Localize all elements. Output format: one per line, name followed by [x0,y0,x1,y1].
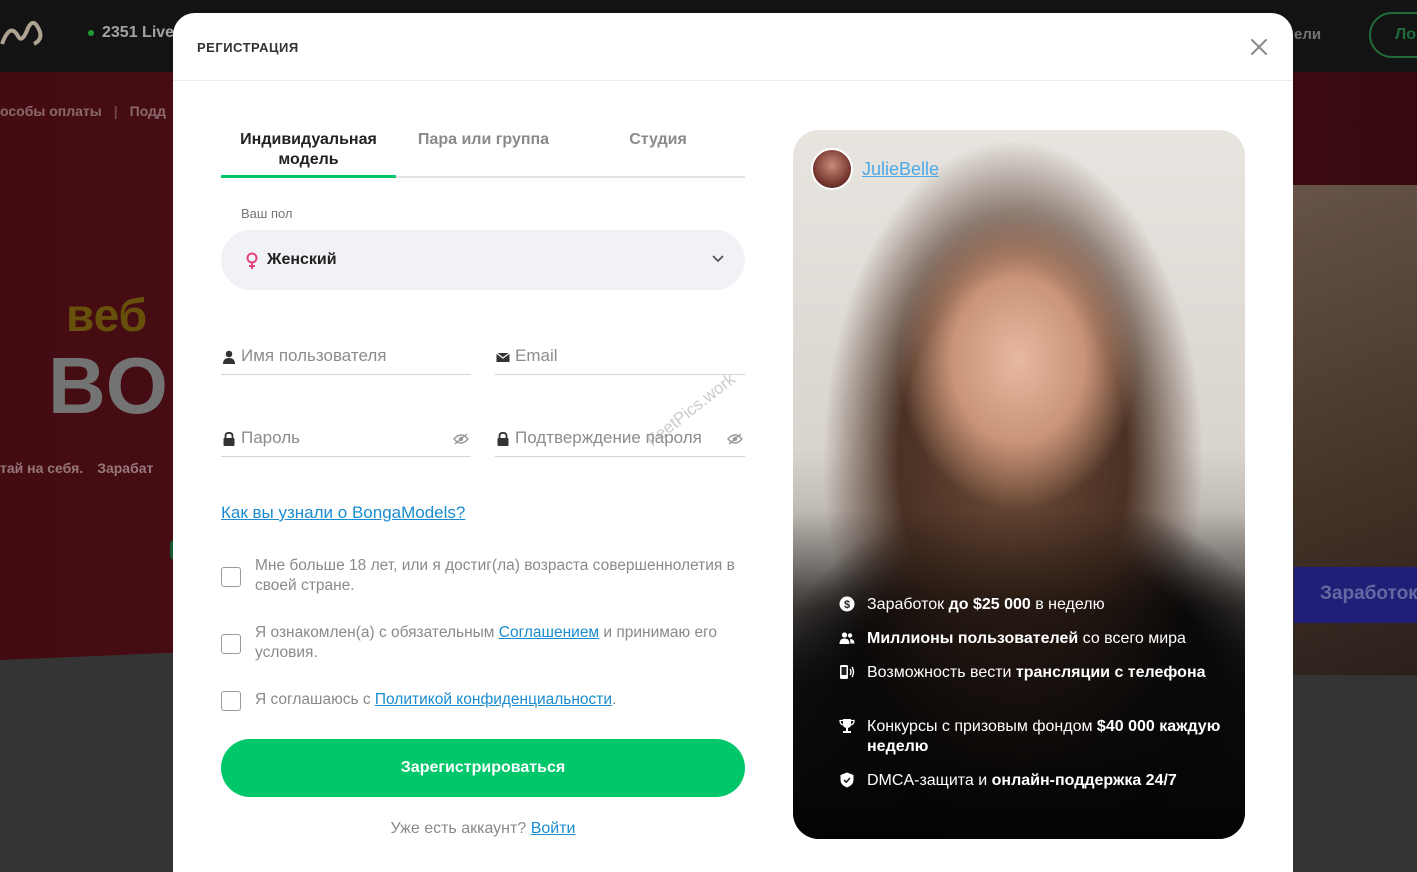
eye-slash-icon[interactable] [727,433,743,445]
feature-contests: Конкурсы с призовым фондом $40 000 кажду… [839,717,1231,757]
username-field [221,341,471,375]
modal-title: РЕГИСТРАЦИЯ [197,40,299,55]
envelope-icon [496,352,510,362]
model-avatar[interactable] [811,148,853,190]
eye-slash-icon[interactable] [453,433,469,445]
tab-couple-group[interactable]: Пара или группа [396,130,571,178]
tab-individual-model[interactable]: Индивидуальная модель [221,130,396,178]
gender-label: Ваш пол [241,206,293,221]
tab-studio[interactable]: Студия [571,130,745,178]
password-input[interactable] [241,423,441,453]
have-account-row: Уже есть аккаунт? Войти [221,820,745,838]
login-link[interactable]: Войти [531,820,576,837]
username-input[interactable] [241,341,441,371]
age-consent-checkbox[interactable] [221,567,241,587]
email-input[interactable] [515,341,715,371]
model-type-tabs: Индивидуальная модель Пара или группа Ст… [221,130,745,178]
shield-check-icon [840,772,854,788]
feature-users: Миллионы пользователей со всего мира [839,629,1231,649]
svg-text:$: $ [844,599,850,611]
female-icon [246,252,258,269]
register-button[interactable]: Зарегистрироваться [221,739,745,797]
phone-broadcast-icon [840,665,855,679]
modal-header: РЕГИСТРАЦИЯ [173,13,1293,81]
email-field [495,341,745,375]
agreement-checkbox[interactable] [221,634,241,654]
have-account-text: Уже есть аккаунт? [390,820,527,837]
privacy-checkbox[interactable] [221,691,241,711]
feature-mobile-broadcast: Возможность вести трансляции с телефона [840,663,1231,683]
gender-select[interactable]: Женский [221,230,745,290]
agreement-text: Я ознакомлен(а) с обязательным Соглашени… [255,624,718,661]
confirm-password-field [495,423,745,457]
feature-earnings: $ Заработок до $25 000 в неделю [839,595,1231,615]
close-icon[interactable] [1249,37,1269,57]
how-did-you-hear-link[interactable]: Как вы узнали о BongaModels? [221,503,465,523]
agreement-link[interactable]: Соглашением [499,624,599,641]
users-icon [839,632,855,644]
user-icon [223,350,235,364]
lock-icon [497,432,509,446]
promo-card: JulieBelle $ Заработок до $25 000 в неде… [793,130,1245,839]
privacy-policy-link[interactable]: Политикой конфиденциальности [375,691,612,708]
chevron-down-icon [712,255,724,263]
feature-dmca: DMCA-защита и онлайн-поддержка 24/7 [840,771,1231,791]
active-tab-indicator [221,175,396,178]
password-field [221,423,471,457]
gender-value: Женский [267,251,337,268]
privacy-text: Я соглашаюсь с Политикой конфиденциально… [255,691,617,708]
registration-modal: РЕГИСТРАЦИЯ Индивидуальная модель Пара и… [173,13,1293,872]
confirm-password-input[interactable] [515,423,715,453]
dollar-icon: $ [839,596,855,612]
trophy-icon [839,719,855,733]
model-name-link[interactable]: JulieBelle [862,159,939,180]
age-consent-text: Мне больше 18 лет, или я достиг(ла) возр… [255,557,735,594]
lock-icon [223,432,235,446]
